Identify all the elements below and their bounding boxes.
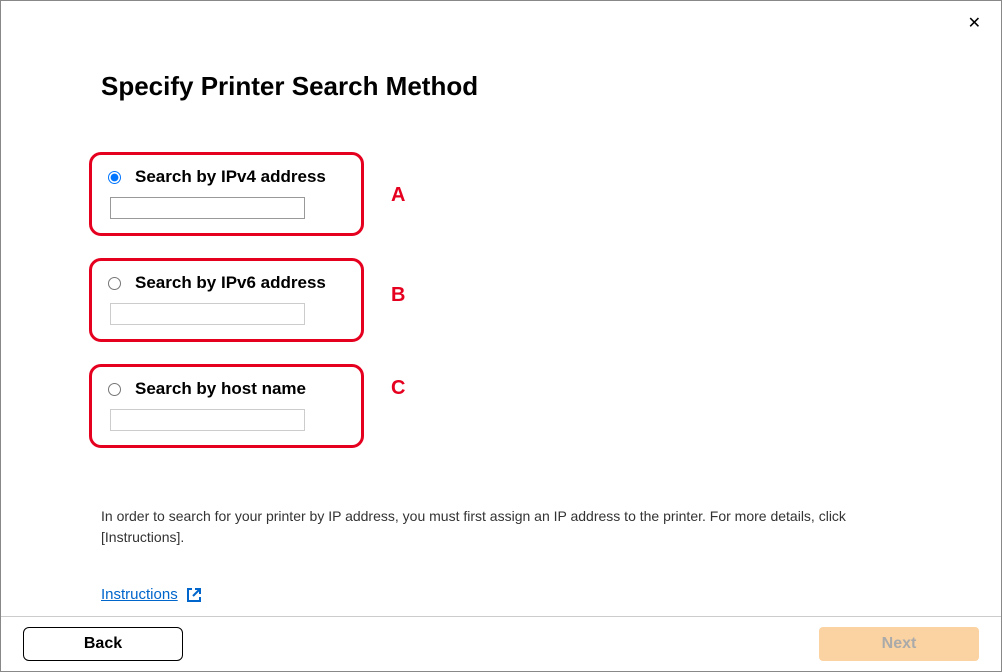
option-hostname: Search by host name bbox=[89, 364, 364, 448]
radio-hostname[interactable] bbox=[108, 383, 121, 396]
annotation-c: C bbox=[391, 377, 405, 400]
radio-ipv6[interactable] bbox=[108, 277, 121, 290]
radio-ipv4[interactable] bbox=[108, 171, 121, 184]
main-content: Specify Printer Search Method Search by … bbox=[1, 1, 1001, 604]
input-ipv6 bbox=[110, 303, 305, 325]
option-ipv4-row: Search by IPv4 address bbox=[108, 167, 345, 187]
option-ipv6: Search by IPv6 address bbox=[89, 258, 364, 342]
back-button[interactable]: Back bbox=[23, 627, 183, 661]
option-ipv6-row: Search by IPv6 address bbox=[108, 273, 345, 293]
instructions-link[interactable]: Instructions bbox=[101, 586, 202, 603]
instructions-label: Instructions bbox=[101, 586, 178, 603]
external-link-icon bbox=[186, 587, 202, 603]
annotation-a: A bbox=[391, 184, 405, 207]
option-ipv4: Search by IPv4 address bbox=[89, 152, 364, 236]
option-ipv4-label: Search by IPv4 address bbox=[135, 167, 326, 187]
option-ipv6-label: Search by IPv6 address bbox=[135, 273, 326, 293]
option-hostname-label: Search by host name bbox=[135, 379, 306, 399]
annotation-b: B bbox=[391, 284, 405, 307]
close-button[interactable]: ✕ bbox=[960, 9, 989, 37]
input-hostname bbox=[110, 409, 305, 431]
next-button: Next bbox=[819, 627, 979, 661]
footer: Back Next bbox=[1, 616, 1001, 671]
option-hostname-row: Search by host name bbox=[108, 379, 345, 399]
info-text: In order to search for your printer by I… bbox=[101, 506, 901, 548]
page-title: Specify Printer Search Method bbox=[101, 71, 901, 102]
input-ipv4[interactable] bbox=[110, 197, 305, 219]
search-options: Search by IPv4 address A Search by IPv6 … bbox=[101, 152, 901, 448]
close-icon: ✕ bbox=[968, 15, 981, 32]
